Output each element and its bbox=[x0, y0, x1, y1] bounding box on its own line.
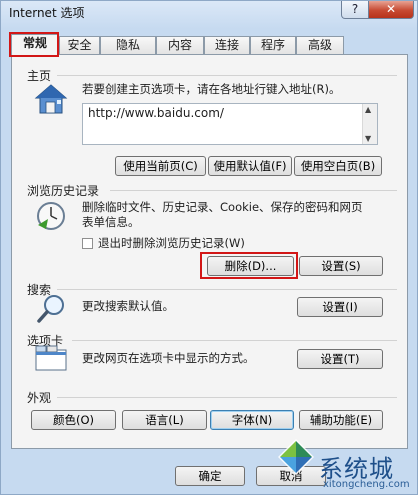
magnifier-icon bbox=[37, 295, 64, 323]
tab-privacy[interactable]: 隐私 bbox=[100, 36, 156, 54]
home-description: 若要创建主页选项卡，请在各地址行键入地址(R)。 bbox=[82, 82, 341, 96]
scroll-up-icon[interactable]: ▲ bbox=[365, 105, 371, 114]
divider bbox=[72, 340, 397, 341]
history-settings-button[interactable]: 设置(S) bbox=[299, 256, 383, 276]
house-icon bbox=[34, 84, 68, 114]
appearance-section-title: 外观 bbox=[27, 391, 52, 405]
watermark-url: xitongcheng.com bbox=[323, 479, 410, 490]
tab-general[interactable]: 常规 bbox=[11, 34, 59, 55]
history-description-line2: 表单信息。 bbox=[82, 215, 140, 229]
tabs-settings-button[interactable]: 设置(T) bbox=[297, 349, 383, 369]
tab-programs[interactable]: 程序 bbox=[250, 36, 296, 54]
accessibility-button[interactable]: 辅助功能(E) bbox=[299, 410, 383, 430]
delete-on-exit-checkbox[interactable] bbox=[82, 238, 93, 249]
help-button[interactable]: ? bbox=[341, 1, 369, 19]
tabs-description: 更改网页在选项卡中显示的方式。 bbox=[82, 351, 255, 365]
window-title: Internet 选项 bbox=[9, 6, 85, 20]
search-settings-button[interactable]: 设置(I) bbox=[297, 297, 383, 317]
history-description-line1: 删除临时文件、历史记录、Cookie、保存的密码和网页 bbox=[82, 200, 363, 214]
history-clock-icon bbox=[37, 202, 65, 230]
divider bbox=[110, 190, 397, 191]
title-bar[interactable]: Internet 选项 ? ✕ bbox=[1, 1, 417, 25]
history-section-title: 浏览历史记录 bbox=[27, 184, 100, 198]
scroll-down-icon[interactable]: ▼ bbox=[365, 134, 371, 143]
watermark-logo-icon bbox=[278, 439, 314, 475]
use-default-button[interactable]: 使用默认值(F) bbox=[208, 156, 292, 176]
internet-options-dialog: Internet 选项 ? ✕ 常规 安全 隐私 内容 连接 程序 高级 主页 … bbox=[0, 0, 418, 495]
tab-advanced[interactable]: 高级 bbox=[296, 36, 344, 54]
divider bbox=[57, 75, 397, 76]
use-blank-button[interactable]: 使用空白页(B) bbox=[294, 156, 382, 176]
tabs-icon bbox=[35, 345, 67, 371]
delete-on-exit-label[interactable]: 退出时删除浏览历史记录(W) bbox=[98, 236, 245, 251]
ok-button[interactable]: 确定 bbox=[175, 466, 245, 486]
general-tab-panel: 主页 若要创建主页选项卡，请在各地址行键入地址(R)。 http://www.b… bbox=[11, 54, 408, 449]
textarea-scrollbar[interactable]: ▲ ▼ bbox=[362, 104, 377, 144]
divider bbox=[57, 289, 397, 290]
search-description: 更改搜索默认值。 bbox=[82, 299, 174, 313]
fonts-button[interactable]: 字体(N) bbox=[210, 410, 294, 430]
tab-security[interactable]: 安全 bbox=[59, 36, 100, 54]
divider bbox=[57, 397, 397, 398]
languages-button[interactable]: 语言(L) bbox=[122, 410, 207, 430]
tab-connections[interactable]: 连接 bbox=[204, 36, 250, 54]
use-current-button[interactable]: 使用当前页(C) bbox=[115, 156, 206, 176]
home-section-title: 主页 bbox=[27, 69, 52, 83]
close-button[interactable]: ✕ bbox=[368, 1, 414, 19]
home-url-textarea[interactable]: http://www.baidu.com/ ▲ ▼ bbox=[82, 103, 378, 145]
delete-history-button[interactable]: 删除(D)... bbox=[207, 256, 294, 276]
tab-content[interactable]: 内容 bbox=[156, 36, 204, 54]
colors-button[interactable]: 颜色(O) bbox=[31, 410, 116, 430]
home-url-value: http://www.baidu.com/ bbox=[88, 106, 224, 120]
